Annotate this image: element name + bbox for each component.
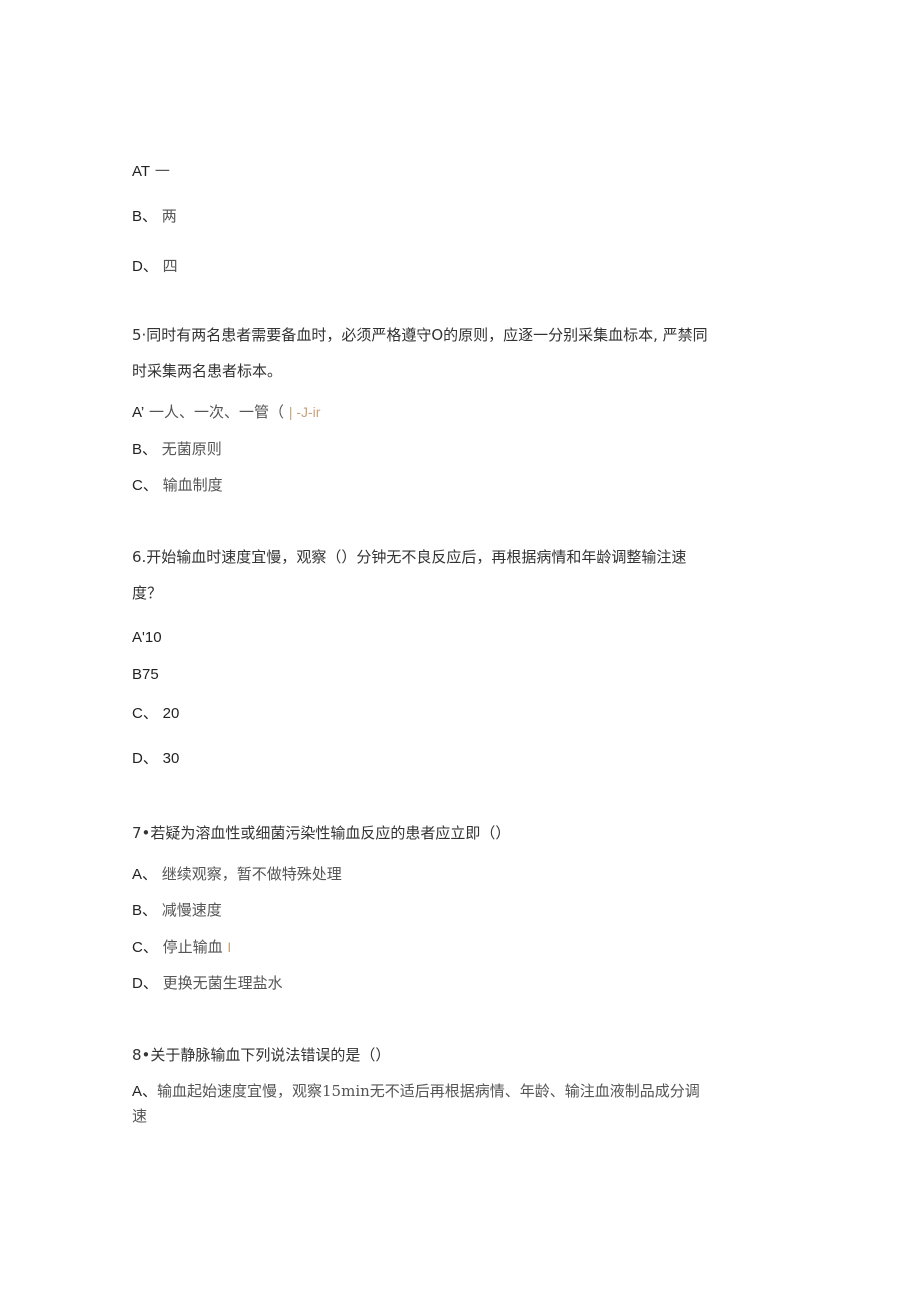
- handwritten-annotation: | -J-ir: [288, 404, 321, 420]
- q5-option-c: C、 输血制度: [132, 475, 223, 496]
- q6-stem-line2: 度？: [132, 584, 163, 602]
- q7-option-b: B、 减慢速度: [132, 900, 222, 921]
- q5-option-a: A’ 一人、一次、一管（ | -J-ir: [132, 402, 320, 423]
- q8-option-a-line1: A、输血起始速度宜慢，观察15min无不适后再根据病情、年龄、输注血液制品成分调: [132, 1081, 700, 1102]
- option-label: D、: [132, 975, 158, 992]
- option-text: 输血起始速度宜慢，观察15min无不适后再根据病情、年龄、输注血液制品成分调: [157, 1082, 700, 1100]
- option-text: 75: [142, 666, 159, 683]
- option-label: A、: [132, 866, 158, 883]
- option-text: 停止输血: [162, 938, 223, 956]
- q8-stem: 8•关于静脉输血下列说法错误的是（）: [132, 1046, 391, 1064]
- q4-option-b: B、 两: [132, 206, 177, 227]
- q7-option-d: D、 更换无菌生理盐水: [132, 973, 283, 994]
- option-text: 继续观察，暂不做特殊处理: [161, 865, 342, 883]
- option-text: 30: [162, 750, 180, 767]
- option-text: 两: [161, 207, 177, 225]
- option-label: D、: [132, 750, 158, 767]
- q6-option-b: B75: [132, 664, 159, 685]
- option-text-continued: 速: [132, 1107, 148, 1125]
- option-label: C、: [132, 477, 158, 494]
- q6-option-d: D、 30: [132, 748, 179, 769]
- q6-stem-line1: 6.开始输血时速度宜慢，观察（）分钟无不良反应后，再根据病情和年龄调整输注速: [132, 548, 687, 566]
- q7-option-a: A、 继续观察，暂不做特殊处理: [132, 864, 342, 885]
- q5-stem-line2: 时采集两名患者标本。: [132, 362, 283, 380]
- option-text: 更换无菌生理盐水: [162, 974, 283, 992]
- option-label: C、: [132, 939, 158, 956]
- option-label: A、: [132, 1083, 158, 1100]
- q4-option-d: D、 四: [132, 256, 178, 277]
- option-label: B、: [132, 441, 158, 458]
- option-text: 10: [144, 629, 162, 646]
- option-label: C、: [132, 705, 158, 722]
- q6-option-c: C、 20: [132, 703, 179, 724]
- q4-option-a: AT 一: [132, 161, 170, 182]
- option-label: AT: [132, 163, 151, 180]
- q8-option-a-line2: 速: [132, 1106, 147, 1126]
- option-text: 四: [162, 257, 178, 275]
- option-text: 一: [154, 162, 170, 180]
- q7-option-c: C、 停止输血 I: [132, 937, 231, 958]
- option-text: 输血制度: [162, 476, 223, 494]
- q5-stem-line1: 5·同时有两名患者需要备血时，必须严格遵守O的原则，应逐一分别采集血标本, 严禁…: [132, 326, 708, 344]
- option-label: A’: [132, 404, 145, 421]
- option-text: 一人、一次、一管（: [149, 403, 285, 421]
- q5-option-b: B、 无菌原则: [132, 439, 222, 460]
- option-label: B、: [132, 902, 158, 919]
- option-label: B、: [132, 208, 158, 225]
- q6-option-a: A'10: [132, 627, 162, 648]
- option-label: D、: [132, 258, 158, 275]
- option-text: 20: [162, 705, 180, 722]
- option-text: 减慢速度: [161, 901, 222, 919]
- option-label: A': [132, 629, 145, 646]
- handwritten-annotation: I: [227, 939, 232, 955]
- option-text: 无菌原则: [161, 440, 222, 458]
- q7-stem: 7•若疑为溶血性或细菌污染性输血反应的患者应立即（）: [132, 824, 511, 842]
- option-label: B: [132, 666, 143, 683]
